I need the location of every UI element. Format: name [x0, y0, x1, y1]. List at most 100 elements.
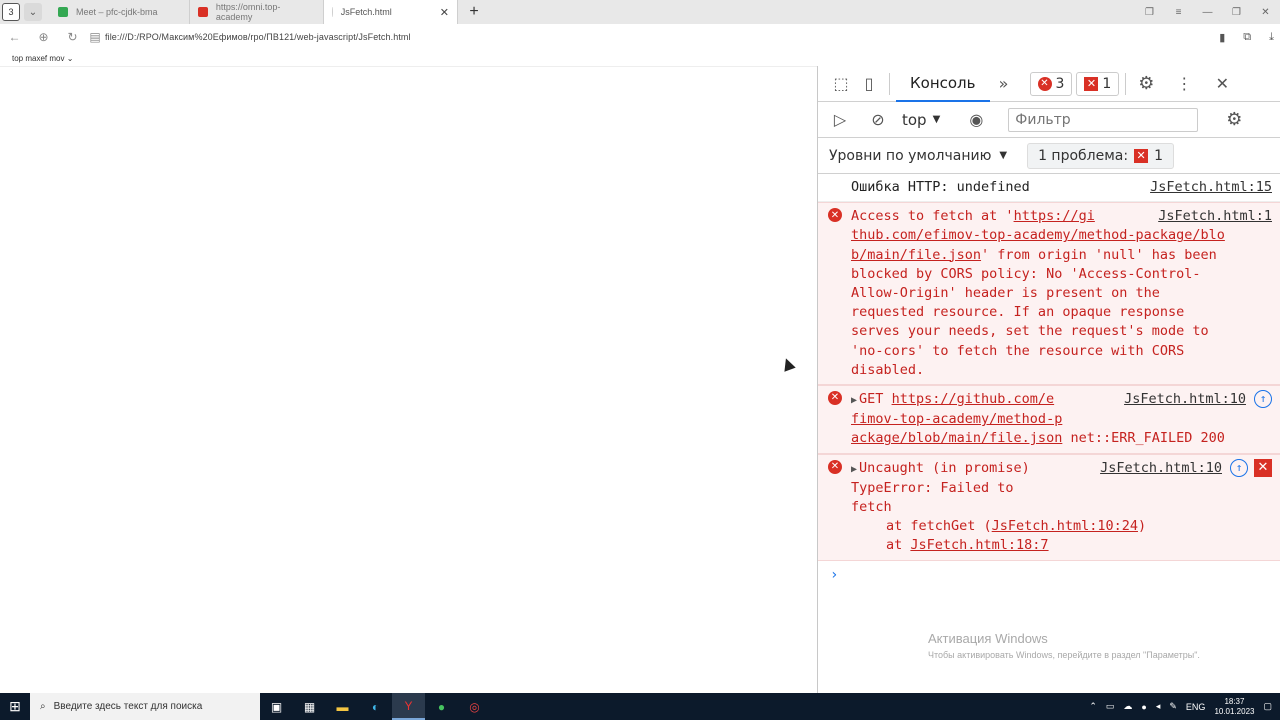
levels-label: Уровни по умолчанию	[829, 147, 992, 164]
bookmark-list-icon[interactable]: ❐	[1135, 7, 1164, 18]
taskbar-search[interactable]: ⌕ Введите здесь текст для поиска	[30, 693, 260, 720]
error-icon: ✕	[1037, 76, 1052, 91]
store-icon[interactable]: ▦	[293, 693, 326, 720]
page-content[interactable]	[0, 66, 817, 693]
download-icon[interactable]: ⤓	[1269, 31, 1274, 44]
network-tray-icon[interactable]: ▭	[1106, 701, 1115, 712]
console-message: JsFetch.html:15 Ошибка HTTP: undefined	[818, 174, 1280, 203]
cloud-icon[interactable]: ☁	[1123, 701, 1132, 712]
context-value: top	[902, 110, 927, 129]
source-link[interactable]: JsFetch.html:1	[1158, 207, 1272, 226]
tab-console[interactable]: Консоль	[896, 66, 990, 102]
close-icon[interactable]: ✕	[440, 6, 449, 19]
back-icon[interactable]: ←	[0, 30, 29, 44]
message-text: TypeError: Failed to	[851, 479, 1014, 496]
activation-subtitle: Чтобы активировать Windows, перейдите в …	[928, 650, 1200, 660]
resource-link[interactable]: fimov-top-academy/method-p	[851, 411, 1062, 427]
console-error-cors: ✕ JsFetch.html:1 Access to fetch at 'htt…	[818, 202, 1280, 386]
levels-bar: Уровни по умолчанию ▼ 1 проблема: ✕ 1	[818, 138, 1280, 174]
console-settings-icon[interactable]: ⚙	[1220, 106, 1248, 134]
console-error-uncaught: ✕ ✕ ↑ JsFetch.html:10 ▶ Uncaught (in prom…	[818, 453, 1280, 561]
issues-badge[interactable]: ✕ 1	[1076, 71, 1120, 96]
task-view-icon[interactable]: ▣	[260, 693, 293, 720]
file-icon: ▤	[89, 30, 101, 44]
file-icon	[332, 7, 333, 17]
message-text: serves your needs, set the request's mod…	[851, 323, 1209, 340]
network-icon[interactable]: ↑	[1254, 390, 1272, 409]
tab-omni[interactable]: https://omni.top-academy	[190, 0, 324, 24]
issue-icon[interactable]: ✕	[1254, 458, 1272, 477]
issue-icon: ✕	[1084, 76, 1099, 91]
window-controls: ❐ ≡ — ❐ ✕	[1135, 0, 1280, 24]
browser-tabstrip: 3 ⌄ Meet – pfc-cjdk-bma https://omni.top…	[0, 0, 1280, 24]
pen-icon[interactable]: ✎	[1169, 701, 1177, 712]
more-options-icon[interactable]: ⋮	[1170, 70, 1198, 98]
microphone-icon[interactable]: ●	[1141, 702, 1146, 712]
resource-link[interactable]: ackage/blob/main/file.json	[851, 430, 1062, 446]
source-link[interactable]: JsFetch.html:10	[1100, 459, 1222, 478]
http-method: GET	[859, 391, 884, 408]
resource-link[interactable]: b/main/file.json	[851, 247, 981, 263]
edge-icon[interactable]: ◐	[359, 693, 392, 720]
device-toolbar-icon[interactable]: ▯	[855, 70, 883, 98]
source-link[interactable]: JsFetch.html:15	[1150, 178, 1272, 197]
inspect-icon[interactable]: ⬚	[827, 70, 855, 98]
file-explorer-icon[interactable]: ▬	[326, 693, 359, 720]
yandex-browser-icon[interactable]: Y	[392, 693, 425, 720]
messenger-icon[interactable]: ●	[425, 693, 458, 720]
errors-badge[interactable]: ✕ 3	[1029, 71, 1073, 96]
resource-link[interactable]: https://github.com/e	[892, 391, 1055, 407]
network-icon[interactable]: ↑	[1230, 458, 1248, 477]
clock[interactable]: 18:37 10.01.2023	[1214, 697, 1254, 717]
filter-input[interactable]	[1008, 107, 1199, 132]
tab-meet[interactable]: Meet – pfc-cjdk-bma	[50, 0, 190, 24]
clear-console-icon[interactable]: ⊘	[864, 106, 892, 134]
dropdown-arrow-icon: ▼	[932, 114, 941, 125]
menu-icon[interactable]: ≡	[1164, 7, 1193, 18]
new-tab-button[interactable]: +	[464, 2, 484, 22]
console-toolbar: ▷ ⊘ top ▼ ◉ ⚙	[818, 102, 1280, 138]
yandex-icon[interactable]: ⊕	[29, 30, 58, 44]
live-expression-icon[interactable]: ◉	[962, 106, 990, 134]
source-link[interactable]: JsFetch.html:10	[1124, 390, 1246, 409]
windows-start-icon[interactable]: ⊞	[0, 693, 30, 720]
tab-counter[interactable]: 3	[2, 3, 20, 21]
levels-dropdown[interactable]: Уровни по умолчанию ▼	[829, 148, 1007, 164]
tab-list-icon[interactable]: ⌄	[24, 3, 42, 21]
address-actions: ▮ ⧉ ⤓	[1219, 24, 1274, 50]
chrome-icon[interactable]: ◎	[458, 693, 491, 720]
stack-link[interactable]: JsFetch.html:10:24	[992, 518, 1138, 534]
divider	[1125, 72, 1127, 95]
more-tabs-icon[interactable]: »	[990, 70, 1018, 98]
issues-count: 1	[1102, 75, 1112, 92]
resource-link[interactable]: https://gi	[1014, 208, 1095, 224]
message-text: fetch	[851, 499, 892, 516]
console-prompt[interactable]: ›	[818, 561, 1280, 589]
resource-link[interactable]: thub.com/efimov-top-academy/method-packa…	[851, 227, 1225, 243]
chevron-up-icon[interactable]: ⌃	[1089, 701, 1097, 712]
volume-icon[interactable]: ◂	[1156, 701, 1161, 712]
language-indicator[interactable]: ENG	[1186, 702, 1206, 712]
devtools-tabbar: ⬚ ▯ Консоль » ✕ 3 ✕ 1 ⚙ ⋮ ✕	[818, 66, 1280, 102]
sidebar-toggle-icon[interactable]: ▷	[826, 106, 854, 134]
status-text: net::ERR_FAILED 200	[1070, 430, 1225, 447]
minimize-icon[interactable]: —	[1193, 7, 1222, 18]
settings-icon[interactable]: ⚙	[1132, 70, 1160, 98]
context-select[interactable]: top ▼	[902, 111, 940, 129]
close-window-icon[interactable]: ✕	[1251, 7, 1280, 18]
devtools-panel: ⬚ ▯ Консоль » ✕ 3 ✕ 1 ⚙ ⋮ ✕ ▷ ⊘ top ▼ ◉ …	[817, 66, 1280, 693]
issues-button[interactable]: 1 проблема: ✕ 1	[1027, 142, 1174, 169]
expand-triangle-icon[interactable]: ▶	[851, 395, 857, 406]
stack-link[interactable]: JsFetch.html:18:7	[910, 537, 1048, 553]
maximize-icon[interactable]: ❐	[1222, 7, 1251, 18]
collections-icon[interactable]: ⧉	[1243, 31, 1251, 44]
url-field[interactable]: file:///D:/RPO/Максим%20Ефимов/rpo/ПВ121…	[105, 32, 411, 42]
expand-triangle-icon[interactable]: ▶	[851, 464, 857, 475]
message-text: 'no-cors' to fetch the resource with COR…	[851, 342, 1185, 359]
reload-icon[interactable]: ↻	[58, 30, 87, 44]
bookmark-icon[interactable]: ▮	[1219, 31, 1225, 44]
tab-jsfetch[interactable]: JsFetch.html ✕	[324, 0, 458, 24]
close-devtools-icon[interactable]: ✕	[1208, 70, 1236, 98]
notifications-icon[interactable]: ▢	[1263, 701, 1272, 712]
divider	[889, 72, 890, 95]
